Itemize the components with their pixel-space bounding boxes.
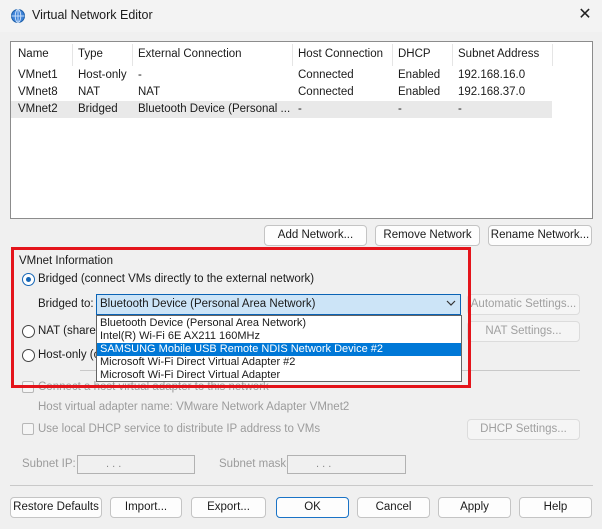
nat-settings-button[interactable]: NAT Settings... [467, 321, 580, 342]
close-icon[interactable]: ✕ [572, 4, 598, 26]
help-button[interactable]: Help [519, 497, 592, 518]
annotation-highlight-box [11, 247, 471, 388]
add-network-button[interactable]: Add Network... [264, 225, 367, 246]
apply-button[interactable]: Apply [438, 497, 511, 518]
import-button[interactable]: Import... [110, 497, 182, 518]
column-header-host-connection[interactable]: Host Connection [298, 48, 383, 60]
dhcp-label: Use local DHCP service to distribute IP … [38, 423, 321, 435]
subnet-mask-field[interactable]: . . . [287, 455, 406, 474]
network-globe-icon [10, 8, 26, 24]
remove-network-button[interactable]: Remove Network [375, 225, 480, 246]
restore-defaults-button[interactable]: Restore Defaults [10, 497, 102, 518]
column-header-type[interactable]: Type [78, 48, 103, 60]
subnet-ip-field[interactable]: . . . [77, 455, 195, 474]
subnet-mask-label: Subnet mask: [219, 458, 290, 470]
network-list[interactable]: Name Type External Connection Host Conne… [10, 41, 593, 219]
table-row-selected[interactable]: VMnet2 Bridged Bluetooth Device (Persona… [11, 101, 552, 118]
export-button[interactable]: Export... [191, 497, 266, 518]
automatic-settings-button[interactable]: Automatic Settings... [467, 294, 580, 315]
rename-network-button[interactable]: Rename Network... [488, 225, 592, 246]
cancel-button[interactable]: Cancel [357, 497, 430, 518]
column-header-subnet-address[interactable]: Subnet Address [458, 48, 539, 60]
window-title: Virtual Network Editor [32, 8, 153, 22]
dhcp-settings-button[interactable]: DHCP Settings... [467, 419, 580, 440]
dhcp-checkbox[interactable] [22, 423, 34, 435]
adapter-name-label: Host virtual adapter name: VMware Networ… [38, 401, 350, 413]
table-row[interactable]: VMnet1 Host-only - Connected Enabled 192… [11, 67, 552, 84]
column-header-external-connection[interactable]: External Connection [138, 48, 242, 60]
column-header-dhcp[interactable]: DHCP [398, 48, 431, 60]
column-header-name[interactable]: Name [18, 48, 49, 60]
ok-button[interactable]: OK [276, 497, 349, 518]
table-row[interactable]: VMnet8 NAT NAT Connected Enabled 192.168… [11, 84, 552, 101]
footer-divider [10, 485, 593, 486]
subnet-ip-label: Subnet IP: [22, 458, 76, 470]
